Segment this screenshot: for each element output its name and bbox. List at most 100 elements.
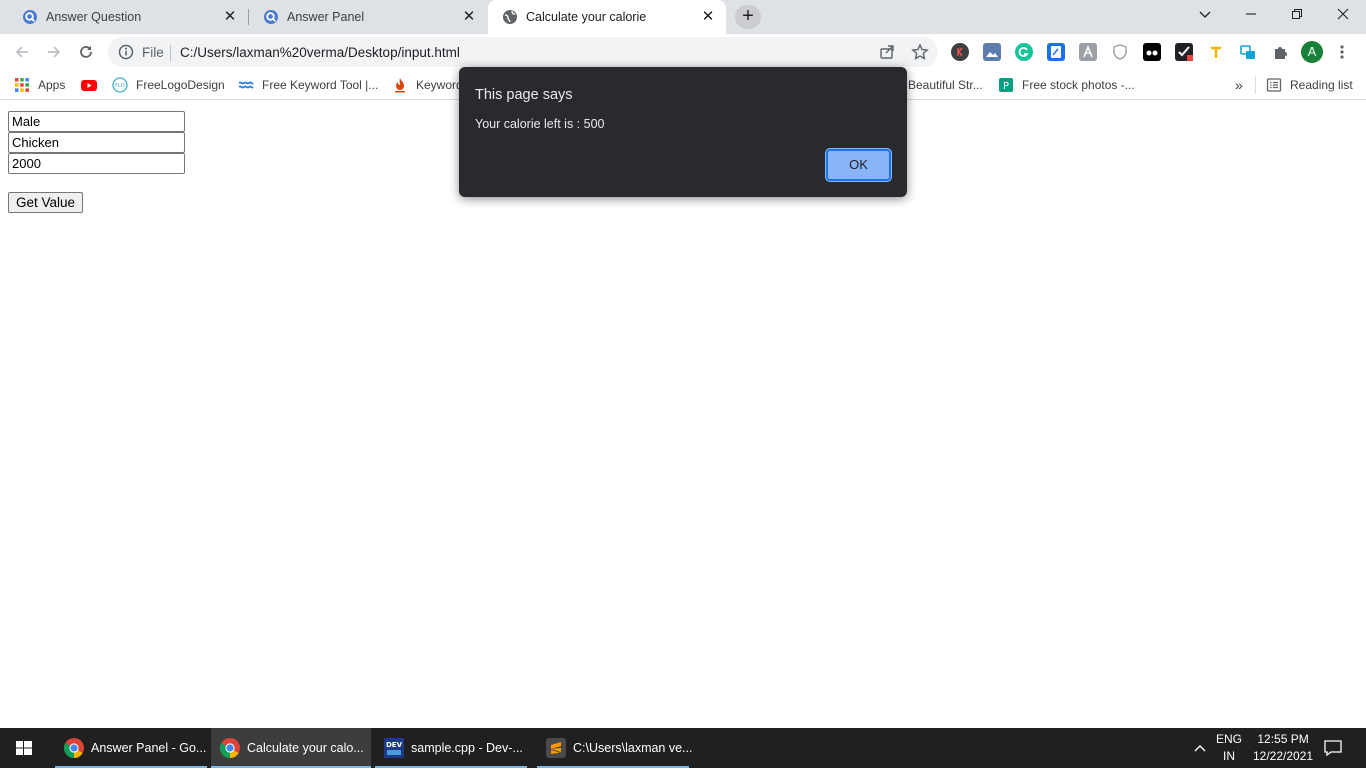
get-value-button[interactable]: Get Value xyxy=(8,192,84,213)
svg-text:P: P xyxy=(1003,81,1009,92)
address-bar[interactable]: File C:/Users/laxman%20verma/Desktop/inp… xyxy=(108,37,938,67)
bookmark-youtube[interactable] xyxy=(81,76,105,94)
calorie-input[interactable]: 2000 xyxy=(8,153,185,174)
taskbar-item-devcpp[interactable]: DEV sample.cpp - Dev-... xyxy=(375,728,527,768)
profile-avatar[interactable]: A xyxy=(1301,41,1323,63)
food-input[interactable]: Chicken xyxy=(8,132,185,153)
bookmark-label: Free stock photos -... xyxy=(1022,78,1135,92)
grammarly-icon[interactable] xyxy=(1015,43,1033,61)
search-logo-icon xyxy=(264,10,278,24)
tab-strip: Answer Question ✕ Answer Panel ✕ Calcula… xyxy=(0,0,1366,34)
bookmark-freelogodesign[interactable]: FLO FreeLogoDesign xyxy=(112,76,225,94)
extension-eyes-icon[interactable] xyxy=(1143,43,1161,61)
extension-t-icon[interactable] xyxy=(1207,43,1225,61)
bookmark-free-keyword-tool[interactable]: Free Keyword Tool |... xyxy=(238,76,378,94)
alert-title: This page says xyxy=(475,87,573,103)
url-scheme: File xyxy=(142,45,164,60)
extension-k-icon[interactable] xyxy=(951,43,969,61)
chevron-up-icon xyxy=(1194,745,1206,752)
reload-button[interactable] xyxy=(74,40,98,64)
close-window-button[interactable] xyxy=(1320,0,1366,30)
restore-button[interactable] xyxy=(1274,0,1320,30)
taskbar-item-chrome-calorie[interactable]: Calculate your calo... xyxy=(211,728,371,768)
extension-font-icon[interactable] xyxy=(1079,43,1097,61)
chrome-icon xyxy=(63,738,84,759)
pexels-icon: P xyxy=(999,78,1013,92)
divider xyxy=(170,45,171,61)
reload-icon xyxy=(80,46,92,58)
restore-icon xyxy=(1292,9,1302,19)
info-icon[interactable] xyxy=(118,44,134,60)
extension-note-icon[interactable] xyxy=(1047,43,1065,61)
globe-icon xyxy=(503,10,517,24)
sublime-text-icon xyxy=(546,738,566,758)
bookmark-free-stock-photos[interactable]: P Free stock photos -... xyxy=(998,76,1135,94)
clock-date: 12/22/2021 xyxy=(1253,749,1314,763)
kebab-menu-icon[interactable] xyxy=(1333,43,1351,61)
search-logo-icon xyxy=(23,10,37,24)
bookmark-keyword[interactable]: Keyword xyxy=(392,76,463,94)
flo-logo-icon: FLO xyxy=(112,77,128,93)
bookmark-label: Keyword xyxy=(416,78,463,92)
tab-title: Answer Panel xyxy=(287,10,365,24)
clock[interactable]: 12:55 PM 12/22/2021 xyxy=(1253,731,1313,765)
checkmark-icon[interactable] xyxy=(1175,43,1193,61)
close-icon[interactable]: ✕ xyxy=(700,9,716,25)
taskbar-item-label: Answer Panel - Go... xyxy=(91,741,207,755)
forward-button[interactable] xyxy=(42,40,66,64)
more-bookmarks-button[interactable]: » xyxy=(1235,76,1243,94)
svg-text:FLO: FLO xyxy=(115,83,124,89)
tab-answer-question[interactable]: Answer Question ✕ xyxy=(8,0,248,34)
chrome-icon xyxy=(219,738,240,759)
tab-search-button[interactable] xyxy=(1182,0,1228,30)
ok-button[interactable]: OK xyxy=(826,149,891,181)
minimize-button[interactable] xyxy=(1228,0,1274,30)
extension-translate-icon[interactable] xyxy=(1239,43,1257,61)
taskbar-item-label: sample.cpp - Dev-... xyxy=(411,741,523,755)
taskbar-item-sublime[interactable]: C:\Users\laxman ve... xyxy=(537,728,693,768)
svg-text:DEV: DEV xyxy=(386,741,403,749)
bookmark-label: Beautiful Str... xyxy=(908,78,983,92)
flame-icon xyxy=(395,78,405,93)
bookmark-label: Free Keyword Tool |... xyxy=(262,78,379,92)
arrow-left-icon xyxy=(15,46,28,58)
apps-grid-icon xyxy=(15,78,29,92)
back-button[interactable] xyxy=(10,40,34,64)
share-icon[interactable] xyxy=(878,43,896,61)
star-icon[interactable] xyxy=(911,43,929,61)
bookmark-label: FreeLogoDesign xyxy=(136,78,225,92)
url-text[interactable]: C:/Users/laxman%20verma/Desktop/input.ht… xyxy=(180,45,460,60)
tab-title: Answer Question xyxy=(46,10,142,24)
tray-overflow-button[interactable] xyxy=(1192,740,1208,756)
reading-list-button[interactable]: Reading list xyxy=(1266,76,1353,94)
youtube-icon xyxy=(81,80,97,91)
new-tab-button[interactable]: + xyxy=(735,5,761,29)
alert-message: Your calorie left is : 500 xyxy=(475,117,605,131)
bookmark-beautiful-str[interactable]: Beautiful Str... xyxy=(908,76,983,94)
tab-title: Calculate your calorie xyxy=(526,10,647,24)
divider xyxy=(1255,76,1256,94)
region-label: IN xyxy=(1223,749,1235,763)
browser-toolbar: File C:/Users/laxman%20verma/Desktop/inp… xyxy=(0,34,1366,70)
gender-input[interactable]: Male xyxy=(8,111,185,132)
wave-icon xyxy=(238,81,254,89)
taskbar-item-label: C:\Users\laxman ve... xyxy=(573,741,693,755)
extension-image-icon[interactable] xyxy=(983,43,1001,61)
devcpp-icon: DEV xyxy=(384,738,404,758)
bookmark-label: Apps xyxy=(38,78,66,92)
arrow-right-icon xyxy=(48,46,61,58)
action-center-button[interactable] xyxy=(1323,738,1343,758)
puzzle-icon[interactable] xyxy=(1271,43,1289,61)
reading-list-label: Reading list xyxy=(1290,78,1353,92)
windows-taskbar: Answer Panel - Go... Calculate your calo… xyxy=(0,728,1366,768)
taskbar-item-chrome-answer-panel[interactable]: Answer Panel - Go... xyxy=(55,728,207,768)
tab-calculate-calorie[interactable]: Calculate your calorie ✕ xyxy=(488,0,726,34)
language-indicator[interactable]: ENG IN xyxy=(1216,731,1242,765)
shield-icon[interactable] xyxy=(1111,43,1129,61)
start-button[interactable] xyxy=(0,728,48,768)
close-icon[interactable]: ✕ xyxy=(222,9,238,25)
notification-icon xyxy=(1324,740,1342,757)
close-icon[interactable]: ✕ xyxy=(461,9,477,25)
tab-answer-panel[interactable]: Answer Panel ✕ xyxy=(249,0,487,34)
bookmark-apps[interactable]: Apps xyxy=(14,76,65,94)
